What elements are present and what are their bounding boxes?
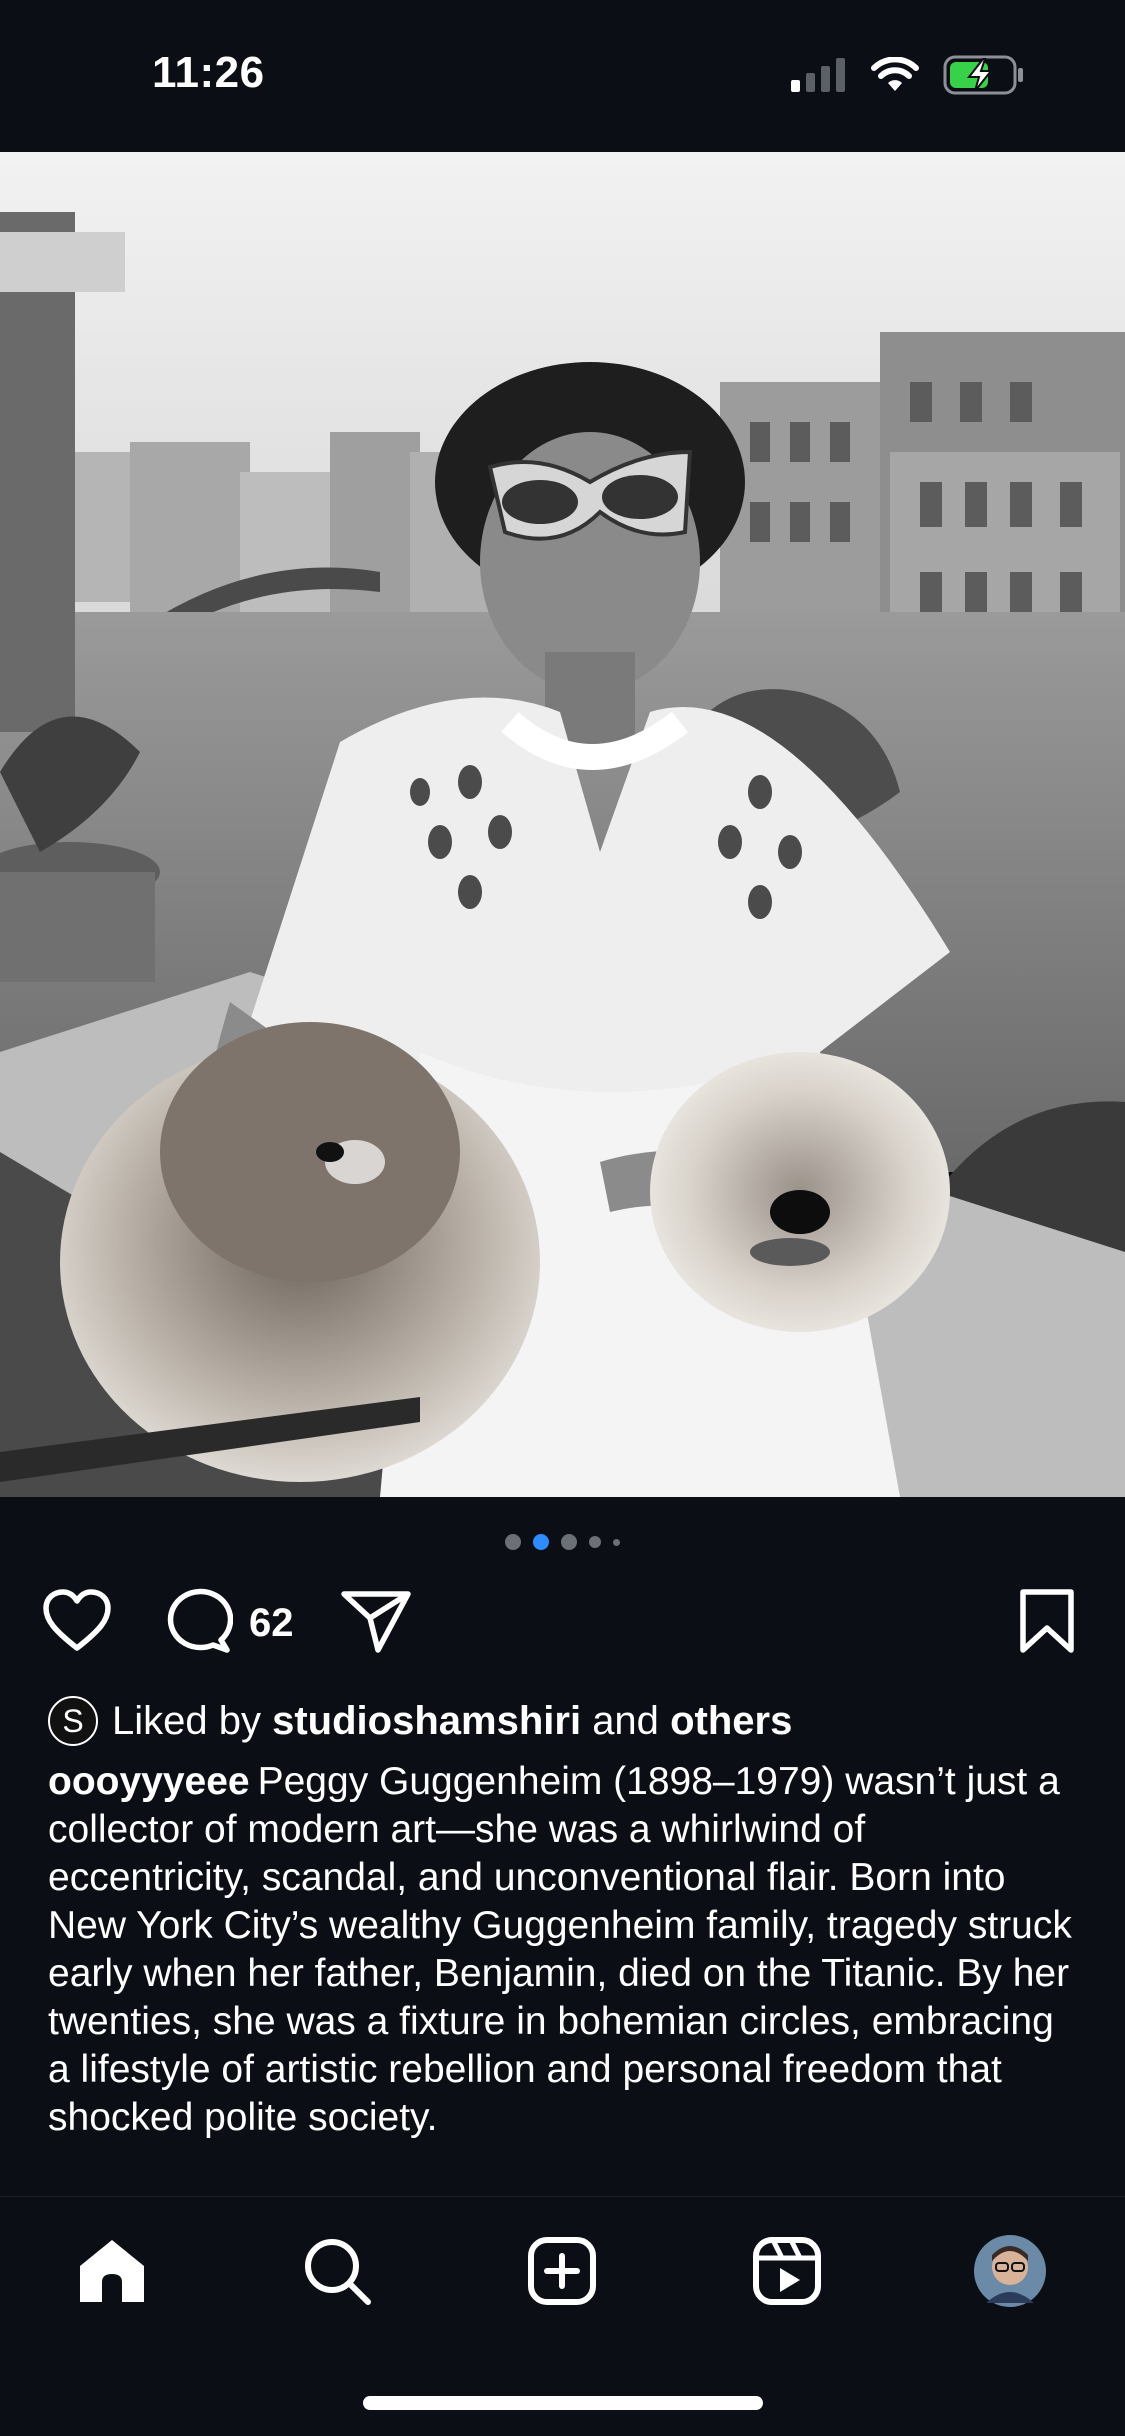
cellular-signal-icon xyxy=(791,57,847,97)
home-indicator[interactable] xyxy=(363,2396,763,2410)
save-button[interactable] xyxy=(1018,1588,1076,1658)
instagram-post-screen: 11:26 62 S Liked by studioshamshiri and … xyxy=(0,0,1125,2436)
tab-home[interactable] xyxy=(72,2233,152,2313)
carousel-indicator xyxy=(0,1534,1125,1550)
create-icon xyxy=(527,2236,597,2311)
comment-button[interactable]: 62 xyxy=(163,1588,294,1658)
home-icon xyxy=(76,2236,148,2311)
profile-avatar xyxy=(972,2233,1048,2314)
carousel-dot xyxy=(505,1534,521,1550)
share-button[interactable] xyxy=(340,1588,412,1658)
post-caption: oooyyyeee Peggy Guggenheim (1898–1979) wa… xyxy=(48,1758,1078,2142)
liked-by-others[interactable]: others xyxy=(670,1699,792,1744)
post-actions: 62 xyxy=(0,1588,1125,1658)
tab-profile[interactable] xyxy=(970,2233,1050,2313)
liked-by-user[interactable]: studioshamshiri xyxy=(272,1699,581,1744)
search-icon xyxy=(302,2236,372,2311)
carousel-dot xyxy=(613,1538,620,1546)
photo-image xyxy=(0,152,1125,1497)
caption-text: Peggy Guggenheim (1898–1979) wasn’t just… xyxy=(48,1760,1072,2139)
carousel-dot-active xyxy=(533,1534,549,1550)
tab-reels[interactable] xyxy=(747,2233,827,2313)
comment-count: 62 xyxy=(249,1600,294,1645)
tab-create[interactable] xyxy=(522,2233,602,2313)
like-button[interactable] xyxy=(42,1588,112,1658)
heart-icon xyxy=(42,1588,112,1659)
wifi-icon xyxy=(871,55,919,98)
status-time: 11:26 xyxy=(152,48,265,97)
battery-charging-icon xyxy=(943,55,1025,100)
liked-by-conjunction: and xyxy=(592,1698,659,1743)
liked-by[interactable]: S Liked by studioshamshiri and others xyxy=(48,1696,792,1746)
tab-search[interactable] xyxy=(297,2233,377,2313)
carousel-dot xyxy=(561,1534,577,1550)
reels-icon xyxy=(752,2236,822,2311)
post-photo[interactable] xyxy=(0,152,1125,1497)
status-bar: 11:26 xyxy=(0,0,1125,152)
liker-avatar: S xyxy=(48,1696,98,1746)
bookmark-icon xyxy=(1018,1588,1076,1659)
send-icon xyxy=(340,1588,412,1659)
status-icons xyxy=(791,55,1025,99)
comment-icon xyxy=(163,1588,234,1659)
caption-username[interactable]: oooyyyeee xyxy=(48,1760,250,1803)
carousel-dot xyxy=(589,1536,601,1548)
liked-by-prefix: Liked by xyxy=(112,1698,261,1743)
